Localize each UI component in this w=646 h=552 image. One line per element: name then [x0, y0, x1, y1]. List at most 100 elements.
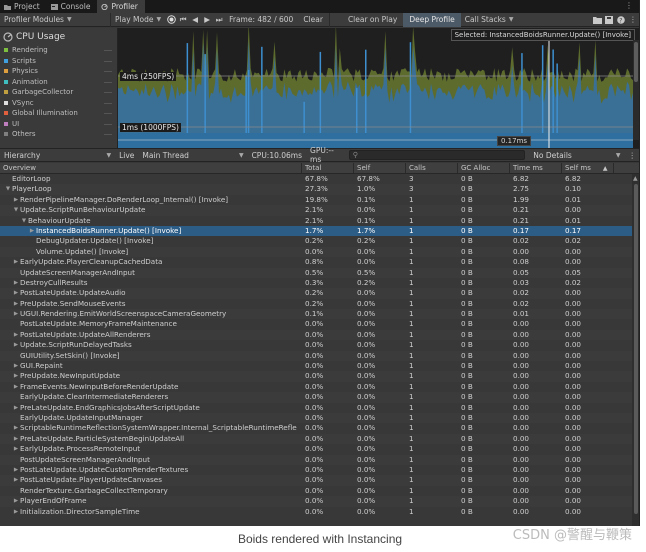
- table-row[interactable]: EarlyUpdate.UpdateInputManager 0.0% 0.0% 1 0…: [0, 412, 639, 424]
- legend-item[interactable]: VSync: [3, 98, 114, 109]
- table-row[interactable]: ▶ ScriptableRuntimeReflectionSystemWrappe…: [0, 423, 639, 433]
- window-menu-icon[interactable]: ⋮: [625, 1, 633, 10]
- column-time-ms[interactable]: Time ms: [510, 163, 562, 173]
- collapsed-arrow-icon[interactable]: ▶: [12, 288, 20, 298]
- collapsed-arrow-icon[interactable]: ▶: [12, 382, 20, 392]
- table-row[interactable]: ▶ DestroyCullResults 0.3% 0.2% 1 0 B 0.03 0.02: [0, 278, 639, 288]
- collapsed-arrow-icon[interactable]: ▶: [12, 361, 20, 371]
- live-toggle[interactable]: Live: [115, 149, 138, 162]
- collapsed-arrow-icon[interactable]: ▶: [12, 475, 20, 485]
- load-button[interactable]: [591, 13, 603, 27]
- cpu-usage-graph[interactable]: Selected: InstancedBoidsRunner.Update() …: [118, 28, 639, 148]
- collapsed-arrow-icon[interactable]: ▶: [12, 257, 20, 267]
- table-row[interactable]: PostUpdateScreenManagerAndInput 0.0% 0.0% 1…: [0, 454, 639, 465]
- column-total[interactable]: Total: [302, 163, 354, 173]
- table-row[interactable]: ▶ UGUI.Rendering.EmitWorldScreenspaceCame…: [0, 309, 639, 320]
- table-row[interactable]: ▶ InstancedBoidsRunner.Update() [Invoke] 1…: [0, 225, 639, 237]
- table-row[interactable]: ▶ PreLateUpdate.EndGraphicsJobsAfterScrip…: [0, 403, 639, 413]
- clear-button[interactable]: Clear: [297, 13, 329, 27]
- collapsed-arrow-icon[interactable]: ▶: [12, 278, 20, 288]
- legend-item[interactable]: Physics: [3, 66, 114, 77]
- collapsed-arrow-icon[interactable]: ▶: [12, 507, 20, 517]
- expanded-arrow-icon[interactable]: ▼: [4, 184, 12, 194]
- hierarchy-search-input[interactable]: ⚲: [348, 150, 526, 160]
- table-row[interactable]: ▶ RenderPipelineManager.DoRenderLoop_Inte…: [0, 195, 639, 205]
- collapsed-arrow-icon[interactable]: ▶: [12, 330, 20, 340]
- table-row[interactable]: ▶ PreUpdate.SendMouseEvents 0.2% 0.0% 1 0 B 0.…: [0, 299, 639, 309]
- table-row[interactable]: ▶ PreUpdate.NewInputUpdate 0.0% 0.0% 1 0 B 0.0…: [0, 371, 639, 382]
- play-mode-dropdown[interactable]: Play Mode ▼: [111, 13, 165, 27]
- table-row[interactable]: ▶ EarlyUpdate.PlayerCleanupCachedData 0.8%…: [0, 257, 639, 267]
- collapsed-arrow-icon[interactable]: ▶: [12, 465, 20, 475]
- help-button[interactable]: ?: [615, 13, 627, 27]
- table-row[interactable]: GUIUtility.SetSkin() [Invoke] 0.0% 0.0% 1 0 …: [0, 350, 639, 362]
- column-self-ms[interactable]: Self ms ▲: [562, 163, 614, 173]
- table-row[interactable]: ▶ Initialization.DirectorSampleTime 0.0% 0.…: [0, 507, 639, 517]
- scroll-up-icon[interactable]: ▲: [633, 175, 638, 182]
- legend-item[interactable]: Others: [3, 129, 114, 140]
- view-dropdown[interactable]: Hierarchy ▼: [0, 149, 115, 162]
- clear-on-play-button[interactable]: Clear on Play: [342, 13, 403, 27]
- table-scrollbar[interactable]: ▲: [632, 174, 639, 526]
- legend-item[interactable]: UI: [3, 119, 114, 130]
- thread-dropdown[interactable]: Main Thread ▼: [138, 149, 247, 162]
- cpu-module-title[interactable]: CPU Usage: [3, 30, 114, 43]
- collapsed-arrow-icon[interactable]: ▶: [28, 226, 36, 236]
- column-calls[interactable]: Calls: [406, 163, 458, 173]
- collapsed-arrow-icon[interactable]: ▶: [12, 444, 20, 454]
- table-row[interactable]: Volume.Update() [Invoke] 0.0% 0.0% 1 0 B 0.00…: [0, 246, 639, 258]
- table-row[interactable]: ▶ PostLateUpdate.PlayerUpdateCanvases 0.0%…: [0, 475, 639, 486]
- table-row[interactable]: ▶ Update.ScriptRunDelayedTasks 0.0% 0.0% 1 0 …: [0, 340, 639, 350]
- expanded-arrow-icon[interactable]: ▼: [20, 216, 28, 226]
- legend-item[interactable]: Rendering: [3, 45, 114, 56]
- next-frame-button[interactable]: ▶: [201, 13, 213, 27]
- column-overview[interactable]: Overview: [0, 163, 302, 173]
- tab-profiler[interactable]: Profiler: [97, 0, 145, 13]
- table-row[interactable]: ▶ PostLateUpdate.UpdateCustomRenderTextur…: [0, 465, 639, 475]
- hierarchy-menu-button[interactable]: ⋮: [625, 149, 640, 162]
- graph-scroll-thumb[interactable]: [634, 42, 638, 82]
- table-row[interactable]: ▶ PostLateUpdate.UpdateAllRenderers 0.0% 0.…: [0, 329, 639, 341]
- table-row[interactable]: ▶ GUI.Repaint 0.0% 0.0% 1 0 B 0.00 0.00: [0, 361, 639, 371]
- collapsed-arrow-icon[interactable]: ▶: [12, 309, 20, 319]
- call-stacks-dropdown[interactable]: Call Stacks ▼: [461, 13, 518, 27]
- table-row[interactable]: PostLateUpdate.MemoryFrameMaintenance 0.0…: [0, 319, 639, 329]
- table-scroll-thumb[interactable]: [634, 184, 638, 514]
- table-row[interactable]: ▶ PostLateUpdate.UpdateAudio 0.2% 0.0% 1 0 B0…: [0, 288, 639, 299]
- column-gc-alloc[interactable]: GC Alloc: [458, 163, 510, 173]
- table-row[interactable]: UpdateScreenManagerAndInput 0.5% 0.5% 1 0 B 0…: [0, 267, 639, 278]
- settings-button[interactable]: ⋮: [627, 13, 639, 27]
- collapsed-arrow-icon[interactable]: ▶: [12, 496, 20, 506]
- table-row[interactable]: ▶ PlayerEndOfFrame 0.0% 0.0% 1 0 B 0.00 0.00: [0, 496, 639, 507]
- table-row[interactable]: EarlyUpdate.ClearIntermediateRenderers 0.…: [0, 392, 639, 403]
- collapsed-arrow-icon[interactable]: ▶: [12, 423, 20, 433]
- collapsed-arrow-icon[interactable]: ▶: [12, 371, 20, 381]
- table-row[interactable]: ▼ PlayerLoop 27.3% 1.0% 3 0 B 2.75 0.10: [0, 184, 639, 195]
- first-frame-button[interactable]: ⏮: [177, 13, 189, 27]
- legend-item[interactable]: Animation: [3, 77, 114, 88]
- table-row[interactable]: DebugUpdater.Update() [Invoke] 0.2% 0.2% 1 0…: [0, 236, 639, 246]
- save-button[interactable]: [603, 13, 615, 27]
- table-row[interactable]: ▶ FrameEvents.NewInputBeforeRenderUpdate 0…: [0, 382, 639, 392]
- table-row[interactable]: EditorLoop 67.8% 67.8% 3 0 B 6.82 6.82: [0, 174, 639, 184]
- legend-item[interactable]: Scripts: [3, 56, 114, 67]
- prev-frame-button[interactable]: ◀: [189, 13, 201, 27]
- table-row[interactable]: ▼ Update.ScriptRunBehaviourUpdate 2.1% 0.0%…: [0, 205, 639, 216]
- expanded-arrow-icon[interactable]: ▼: [12, 205, 20, 215]
- last-frame-button[interactable]: ⏭: [213, 13, 225, 27]
- table-row[interactable]: ▼ BehaviourUpdate 2.1% 0.1% 1 0 B 0.21 0.01: [0, 216, 639, 226]
- tab-console[interactable]: Console: [47, 0, 98, 13]
- table-row[interactable]: ▶ EarlyUpdate.ProcessRemoteInput 0.0% 0.0% 1…: [0, 444, 639, 454]
- details-dropdown[interactable]: No Details ▼: [529, 149, 624, 162]
- column-self[interactable]: Self: [354, 163, 406, 173]
- collapsed-arrow-icon[interactable]: ▶: [12, 195, 20, 205]
- collapsed-arrow-icon[interactable]: ▶: [12, 403, 20, 413]
- collapsed-arrow-icon[interactable]: ▶: [12, 434, 20, 444]
- table-row[interactable]: RenderTexture.GarbageCollectTemporary 0.0…: [0, 486, 639, 496]
- collapsed-arrow-icon[interactable]: ▶: [12, 340, 20, 350]
- graph-scrollbar[interactable]: [633, 40, 639, 140]
- collapsed-arrow-icon[interactable]: ▶: [12, 299, 20, 309]
- table-row[interactable]: ▶ PreLateUpdate.ParticleSystemBeginUpdate…: [0, 433, 639, 445]
- legend-item[interactable]: GarbageCollector: [3, 87, 114, 98]
- profiler-modules-dropdown[interactable]: Profiler Modules ▼: [0, 13, 110, 27]
